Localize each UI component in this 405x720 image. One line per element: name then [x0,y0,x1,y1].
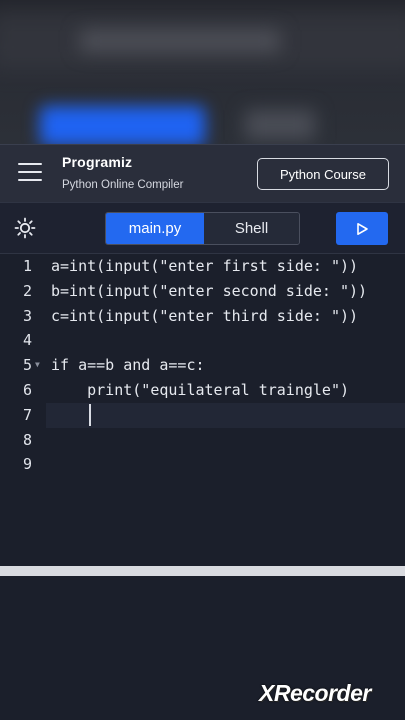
code-editor[interactable]: 1 a=int(input("enter first side: ")) 2 b… [0,254,405,566]
line-number: 3 [22,306,32,325]
blurred-background [0,0,405,144]
code-line[interactable]: 6 print("equilateral traingle") [0,378,405,403]
line-number: 8 [22,430,32,449]
line-text: c=int(input("enter third side: ")) [51,306,359,325]
tab-main-py[interactable]: main.py [106,213,204,244]
editor-toolbar: main.py Shell [0,202,405,254]
programiz-logo: Programiz [62,154,133,170]
app-header: Programiz Python Online Compiler Python … [0,144,405,202]
run-button[interactable] [336,212,388,245]
sun-icon[interactable] [14,217,36,239]
line-number: 1 [22,257,32,275]
line-text: if a==b and a==c: [51,356,205,375]
xrecorder-watermark: XRecorder [259,680,371,706]
code-line[interactable]: 4 [0,328,405,353]
code-line[interactable]: 9 [0,452,405,477]
text-cursor [89,403,91,426]
code-line[interactable]: 5 ▼ if a==b and a==c: [0,353,405,378]
file-tabs: main.py Shell [105,212,300,245]
code-line[interactable]: 3 c=int(input("enter third side: ")) [0,304,405,329]
compiler-subtitle: Python Online Compiler [62,179,184,191]
line-number: 5 [22,356,32,375]
panel-divider[interactable] [0,566,405,576]
line-text: a=int(input("enter first side: ")) [51,257,359,275]
tab-shell[interactable]: Shell [204,213,299,244]
fold-arrow-icon[interactable]: ▼ [35,353,40,378]
line-number: 6 [22,381,32,399]
code-line[interactable]: 1 a=int(input("enter first side: ")) [0,254,405,279]
play-icon [357,222,368,235]
line-text: b=int(input("enter second side: ")) [51,281,368,300]
code-line[interactable]: 7 [0,403,405,428]
brand[interactable]: Programiz Python Online Compiler [62,154,183,191]
line-number: 4 [22,331,32,350]
line-number: 9 [22,455,32,474]
code-line[interactable]: 8 [0,428,405,453]
line-number: 7 [22,405,32,424]
line-number: 2 [22,281,32,300]
line-text: print("equilateral traingle") [51,381,350,399]
code-line[interactable]: 2 b=int(input("enter second side: ")) [0,279,405,304]
python-course-button[interactable]: Python Course [257,158,389,190]
hamburger-menu-icon[interactable] [18,163,42,183]
